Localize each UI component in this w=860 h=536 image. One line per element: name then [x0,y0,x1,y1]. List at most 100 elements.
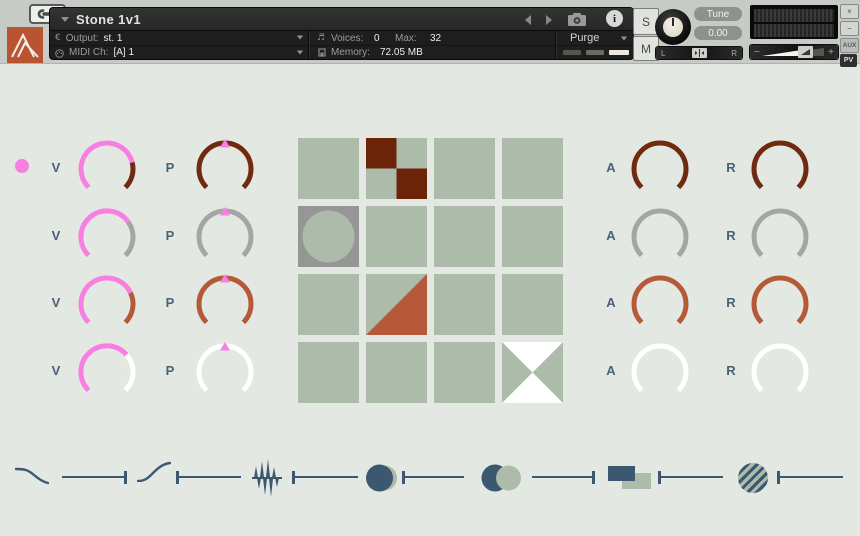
attack-knob-row3[interactable] [628,272,692,336]
attack-knob-label: A [602,160,620,175]
midi-dropdown-icon[interactable] [297,51,303,55]
effect-slider-2[interactable] [176,471,241,484]
grid-cell-r4c1[interactable] [298,342,359,403]
effect-slider-1[interactable] [62,471,127,484]
effect-slider-7[interactable] [777,471,843,484]
grid-cell-r3c2[interactable] [366,274,427,335]
pan-knob-row4[interactable] [193,340,257,404]
prev-instrument-icon[interactable] [525,15,531,25]
purge-button[interactable]: Purge [570,32,599,44]
next-instrument-icon[interactable] [546,15,552,25]
snapshot-camera-icon[interactable] [564,12,590,27]
pan-knob-row1[interactable] [193,137,257,201]
release-knob-row2[interactable] [748,205,812,269]
tune-value[interactable]: 0.00 [694,26,742,40]
effect-slider-6[interactable] [658,471,723,484]
effect-slider-track[interactable] [658,476,723,478]
info-icon[interactable]: i [606,10,623,27]
memory-label: Memory: [331,47,370,58]
lowpass-curve-icon [15,466,49,486]
effect-slider-track[interactable] [176,476,241,478]
kontakt-header: Stone 1v1 i € Output: st. 1 ♬ Voices: [0,0,860,64]
grid-cell-r1c4[interactable] [502,138,563,199]
close-button[interactable]: × [840,4,859,19]
grid-cell-r4c2[interactable] [366,342,427,403]
volume-knob-row1[interactable] [75,137,139,201]
aux-button[interactable]: AUX [840,38,859,53]
release-knob-row1[interactable] [748,137,812,201]
effect-slider-4[interactable] [402,471,464,484]
grid-cell-r3c1[interactable] [298,274,359,335]
tune-knob[interactable] [655,9,691,45]
volume-plus-label: + [828,47,834,58]
release-knob-row4[interactable] [748,340,812,404]
effect-slider-3[interactable] [292,471,358,484]
pan-knob-row3[interactable] [193,272,257,336]
purge-led-bars [563,50,629,55]
release-knob-row3[interactable] [748,272,812,336]
effect-slider-track[interactable] [402,476,464,478]
overlap-circles-icon [480,462,524,494]
output-dropdown-icon[interactable] [297,36,303,40]
effect-slider-track[interactable] [532,476,595,478]
grid-cell-r2c3[interactable] [434,206,495,267]
midi-icon [55,49,64,58]
attack-knob-row2[interactable] [628,205,692,269]
effect-slider-track[interactable] [292,476,358,478]
attack-knob-label: A [602,363,620,378]
mountain-logo-icon [10,32,40,58]
grid-cell-r4c3[interactable] [434,342,495,403]
grid-cell-r2c4[interactable] [502,206,563,267]
volume-handle[interactable] [798,46,813,58]
hatched-circle-icon [738,463,768,493]
grid-cell-r1c3[interactable] [434,138,495,199]
instrument-title: Stone 1v1 [76,12,141,27]
output-value[interactable]: st. 1 [104,33,123,44]
pan-slider[interactable]: L R [656,47,742,59]
voices-max-label: Max: [395,33,417,44]
effect-slider-handle[interactable] [124,471,127,484]
effect-slider-handle[interactable] [592,471,595,484]
effect-slider-handle[interactable] [176,471,179,484]
effect-slider-track[interactable] [62,476,127,478]
grid-cell-r1c1[interactable] [298,138,359,199]
attack-knob-label: A [602,295,620,310]
purge-dropdown-icon[interactable] [621,37,627,41]
pv-button[interactable]: PV [840,54,857,67]
pan-knob-row2[interactable] [193,205,257,269]
effect-slider-track[interactable] [777,476,843,478]
attack-knob-row1[interactable] [628,137,692,201]
minimize-button[interactable]: − [840,21,859,36]
attack-knob-row4[interactable] [628,340,692,404]
volume-knob-row2[interactable] [75,205,139,269]
grid-cell-r2c1[interactable] [298,206,359,267]
midi-label: MIDI Ch: [69,47,108,58]
pan-knob-label: P [161,228,179,243]
volume-knob-row3[interactable] [75,272,139,336]
volume-knob-row4[interactable] [75,340,139,404]
waveform-icon [252,458,286,498]
grid-cell-r4c4[interactable] [502,342,563,403]
pan-handle[interactable] [692,48,707,58]
midi-value[interactable]: [A] 1 [113,47,134,58]
level-meter-right [754,24,834,37]
grid-cell-r3c3[interactable] [434,274,495,335]
tune-label: Tune [694,7,742,21]
instrument-logo [7,27,43,63]
output-icon: € [55,33,61,43]
volume-minus-label: − [754,47,760,58]
highpass-curve-icon [137,460,171,482]
effect-slider-5[interactable] [532,471,595,484]
volume-handle-icon [801,49,811,56]
volume-slider[interactable]: − + [750,45,838,59]
grid-cell-r2c2[interactable] [366,206,427,267]
effect-slider-handle[interactable] [777,471,780,484]
grid-cell-r3c4[interactable] [502,274,563,335]
effect-slider-handle[interactable] [402,471,405,484]
volume-wedge [762,47,826,57]
effect-slider-handle[interactable] [292,471,295,484]
grid-cell-r1c2[interactable] [366,138,427,199]
collapse-chevron-icon[interactable] [61,17,69,22]
pan-knob-label: P [161,295,179,310]
effect-slider-handle[interactable] [658,471,661,484]
